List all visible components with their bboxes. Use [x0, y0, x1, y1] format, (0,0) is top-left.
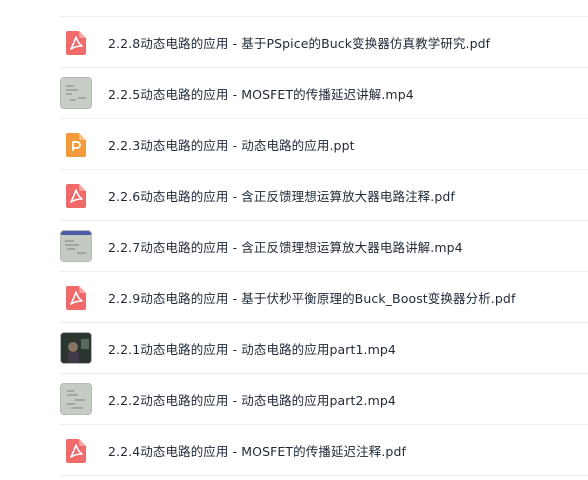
- pdf-file-icon: [60, 435, 92, 467]
- file-row-video[interactable]: 2.2.1动态电路的应用 - 动态电路的应用part1.mp4: [0, 323, 588, 374]
- video-thumbnail: [60, 230, 92, 262]
- file-name: 2.2.1动态电路的应用 - 动态电路的应用part1.mp4: [108, 342, 396, 357]
- file-row-ppt[interactable]: 2.2.3动态电路的应用 - 动态电路的应用.ppt: [0, 119, 588, 170]
- file-name: 2.2.8动态电路的应用 - 基于PSpice的Buck变换器仿真教学研究.pd…: [108, 36, 491, 51]
- file-row-video[interactable]: 2.2.7动态电路的应用 - 含正反馈理想运算放大器电路讲解.mp4: [0, 221, 588, 272]
- file-name: 2.2.9动态电路的应用 - 基于伏秒平衡原理的Buck_Boost变换器分析.…: [108, 291, 516, 306]
- file-name: 2.2.4动态电路的应用 - MOSFET的传播延迟注释.pdf: [108, 444, 406, 459]
- file-name: 2.2.7动态电路的应用 - 含正反馈理想运算放大器电路讲解.mp4: [108, 240, 463, 255]
- file-row-pdf[interactable]: 2.2.6动态电路的应用 - 含正反馈理想运算放大器电路注释.pdf: [0, 170, 588, 221]
- video-thumbnail: [60, 383, 92, 415]
- file-name: 2.2.5动态电路的应用 - MOSFET的传播延迟讲解.mp4: [108, 87, 414, 102]
- pdf-file-icon: [60, 180, 92, 212]
- file-row-video[interactable]: 2.2.2动态电路的应用 - 动态电路的应用part2.mp4: [0, 374, 588, 425]
- file-name: 2.2.3动态电路的应用 - 动态电路的应用.ppt: [108, 138, 355, 153]
- file-name: 2.2.2动态电路的应用 - 动态电路的应用part2.mp4: [108, 393, 396, 408]
- video-thumbnail: [60, 332, 92, 364]
- divider: [60, 475, 588, 476]
- file-row-pdf[interactable]: 2.2.9动态电路的应用 - 基于伏秒平衡原理的Buck_Boost变换器分析.…: [0, 272, 588, 323]
- video-thumbnail: [60, 77, 92, 109]
- file-row-video[interactable]: 2.2.5动态电路的应用 - MOSFET的传播延迟讲解.mp4: [0, 68, 588, 119]
- ppt-file-icon: [60, 129, 92, 161]
- file-name: 2.2.6动态电路的应用 - 含正反馈理想运算放大器电路注释.pdf: [108, 189, 455, 204]
- pdf-file-icon: [60, 27, 92, 59]
- file-row-pdf[interactable]: 2.2.4动态电路的应用 - MOSFET的传播延迟注释.pdf: [0, 425, 588, 476]
- pdf-file-icon: [60, 282, 92, 314]
- file-row-pdf[interactable]: 2.2.8动态电路的应用 - 基于PSpice的Buck变换器仿真教学研究.pd…: [0, 17, 588, 68]
